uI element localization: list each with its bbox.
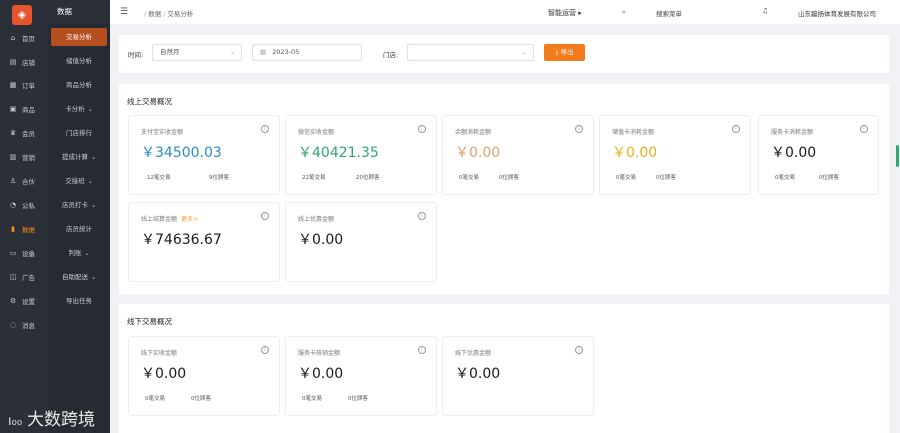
chevron-down-icon: ⌄ [90, 274, 97, 281]
chevron-down-icon: ⌄ [90, 154, 97, 161]
message-icon: ◌ [9, 321, 17, 329]
card-online-settlement: 线上结算金额 更多> i ￥74636.67 [128, 202, 280, 282]
bell-icon[interactable]: ♫ [762, 7, 768, 15]
info-icon[interactable]: i [575, 125, 583, 133]
sidebar-item-shop[interactable]: ▤ 店铺 [0, 50, 48, 74]
info-icon[interactable]: i [261, 212, 269, 220]
sub-item-commission[interactable]: 提成计算 ⌄ [51, 148, 107, 166]
smart-ops-menu[interactable]: 智能运营 ▸ [548, 8, 582, 18]
sidebar-item-settings[interactable]: ⚙ 设置 [0, 289, 48, 313]
marketing-icon: ▥ [9, 153, 17, 161]
sidebar-item-data[interactable]: ▮ 数据 [0, 217, 48, 241]
info-icon[interactable]: i [418, 125, 426, 133]
sidebar-item-order[interactable]: ▦ 订单 [0, 73, 48, 97]
breadcrumb: / 数据 / 交易分析 [144, 10, 194, 18]
chevron-down-icon: ⌄ [90, 202, 97, 209]
sidebar-item-device[interactable]: ▭ 设备 [0, 241, 48, 265]
sub-sidebar-title: 数据 [48, 0, 110, 24]
sub-item-clerk-stats[interactable]: 店员统计 [51, 220, 107, 238]
card-stored-value: 储值卡消耗金额 i ￥0.00 0笔交易 0位顾客 [599, 115, 751, 195]
sub-item-card-analysis[interactable]: 卡分析 ⌄ [51, 100, 107, 118]
date-picker[interactable]: ▦ 2023-05 [252, 44, 362, 61]
search-menu-input[interactable]: 搜索菜单 [656, 8, 682, 18]
info-icon[interactable]: i [860, 125, 868, 133]
store-logo-icon[interactable]: ◈ [12, 5, 32, 25]
breadcrumb-current: 交易分析 [167, 10, 194, 18]
online-transaction-section: 线上交易概况 支付宝实收金额 i ￥34500.03 12笔交易 9位顾客 微信… [119, 84, 889, 294]
shop-icon: ▤ [9, 58, 17, 66]
sidebar-item-message[interactable]: ◌ 消息 [0, 313, 48, 337]
card-offline-received: 线下实收金额 i ￥0.00 0笔交易 0位顾客 [128, 336, 280, 416]
card-wechat: 微信实收金额 i ￥40421.35 22笔交易 20位顾客 [285, 115, 437, 195]
order-icon: ▦ [9, 81, 17, 89]
info-icon[interactable]: i [418, 346, 426, 354]
watermark-logo: ı₀₀ 大数跨境 [8, 410, 96, 430]
section-title: 线下交易概况 [127, 317, 172, 326]
sub-item-transaction-analysis[interactable]: 交易分析 [51, 28, 107, 46]
chevron-down-icon: ⌄ [87, 106, 93, 113]
export-button[interactable]: ⤓ 导出 [544, 44, 585, 61]
ad-icon: ◫ [9, 273, 17, 281]
period-select[interactable]: 自然月 ⌄ [152, 44, 242, 61]
sub-item-store-ranking[interactable]: 门店排行 [51, 124, 107, 142]
card-service-writeoff: 服务卡核销金额 i ￥0.00 0笔交易 0位顾客 [285, 336, 437, 416]
sidebar-item-goods[interactable]: ▣ 商品 [0, 97, 48, 121]
section-title: 线上交易概况 [127, 97, 172, 106]
chevron-down-icon: ⌄ [229, 49, 235, 56]
sub-item-stored-value-analysis[interactable]: 储值分析 [51, 52, 107, 70]
goods-icon: ▣ [9, 105, 17, 113]
sub-item-self-delivery[interactable]: 自助配送 ⌄ [51, 268, 107, 286]
menu-fold-icon[interactable]: ☰ [120, 7, 128, 17]
chevron-down-icon: ⌄ [84, 250, 90, 257]
settings-icon: ⚙ [9, 297, 17, 305]
sub-item-goods-analysis[interactable]: 商品分析 [51, 76, 107, 94]
info-icon[interactable]: i [261, 125, 269, 133]
card-online-discount: 线上优惠金额 i ￥0.00 [285, 202, 437, 282]
card-balance: 余额消耗金额 i ￥0.00 0笔交易 0位顾客 [442, 115, 594, 195]
search-icon[interactable]: ⌕ [622, 8, 626, 17]
chevron-down-icon: ⌄ [521, 49, 527, 56]
store-label: 门店: [383, 51, 399, 59]
info-icon[interactable]: i [732, 125, 740, 133]
device-icon: ▭ [9, 249, 17, 257]
sub-item-shift-handover[interactable]: 交接班 ⌄ [51, 172, 107, 190]
sub-item-clerk-checkin[interactable]: 店员打卡 ⌄ [51, 196, 107, 214]
sub-item-export-tasks[interactable]: 导出任务 [51, 292, 107, 310]
company-name[interactable]: 山东蹦扬体育发展有限公司 [798, 8, 876, 18]
data-icon: ▮ [11, 225, 15, 233]
caret-right-icon: ▸ [576, 9, 582, 17]
store-select[interactable]: ⌄ [407, 44, 534, 61]
sidebar-item-ad[interactable]: ◫ 广告 [0, 265, 48, 289]
offline-transaction-section: 线下交易概况 线下实收金额 i ￥0.00 0笔交易 0位顾客 服务卡核销金额 … [119, 304, 889, 433]
chevron-down-icon: ⌄ [87, 178, 93, 185]
top-header: ☰ / 数据 / 交易分析 智能运营 ▸ ⌕ 搜索菜单 ♫ 山东蹦扬体育发展有限公司 [110, 0, 900, 25]
public-private-icon: ◔ [9, 201, 17, 209]
sidebar-item-member[interactable]: ♛ 会员 [0, 121, 48, 145]
card-offline-discount: 线下优惠金额 i ￥0.00 [442, 336, 594, 416]
info-icon[interactable]: i [575, 346, 583, 354]
scrollbar-thumb[interactable] [896, 145, 899, 167]
sidebar-item-public-private[interactable]: ◔ 公私 [0, 193, 48, 217]
breadcrumb-root[interactable]: 数据 [148, 10, 161, 18]
member-icon: ♛ [9, 129, 17, 137]
sidebar-item-home[interactable]: ⌂ 首页 [0, 26, 48, 50]
filter-bar: 时间: 自然月 ⌄ ▦ 2023-05 门店: ⌄ ⤓ 导出 [119, 35, 889, 73]
info-icon[interactable]: i [261, 346, 269, 354]
time-label: 时间: [128, 51, 144, 59]
sidebar-item-partner[interactable]: ♙ 合伙 [0, 169, 48, 193]
info-icon[interactable]: i [418, 212, 426, 220]
more-link[interactable]: 更多> [181, 216, 198, 223]
partner-icon: ♙ [9, 177, 17, 185]
sub-item-judge-account[interactable]: 判账 ⌄ [51, 244, 107, 262]
sidebar-item-marketing[interactable]: ▥ 营销 [0, 145, 48, 169]
card-alipay: 支付宝实收金额 i ￥34500.03 12笔交易 9位顾客 [128, 115, 280, 195]
calendar-icon: ▦ [260, 48, 267, 56]
home-icon: ⌂ [10, 34, 16, 42]
card-service: 服务卡消耗金额 i ￥0.00 0笔交易 0位顾客 [758, 115, 879, 195]
